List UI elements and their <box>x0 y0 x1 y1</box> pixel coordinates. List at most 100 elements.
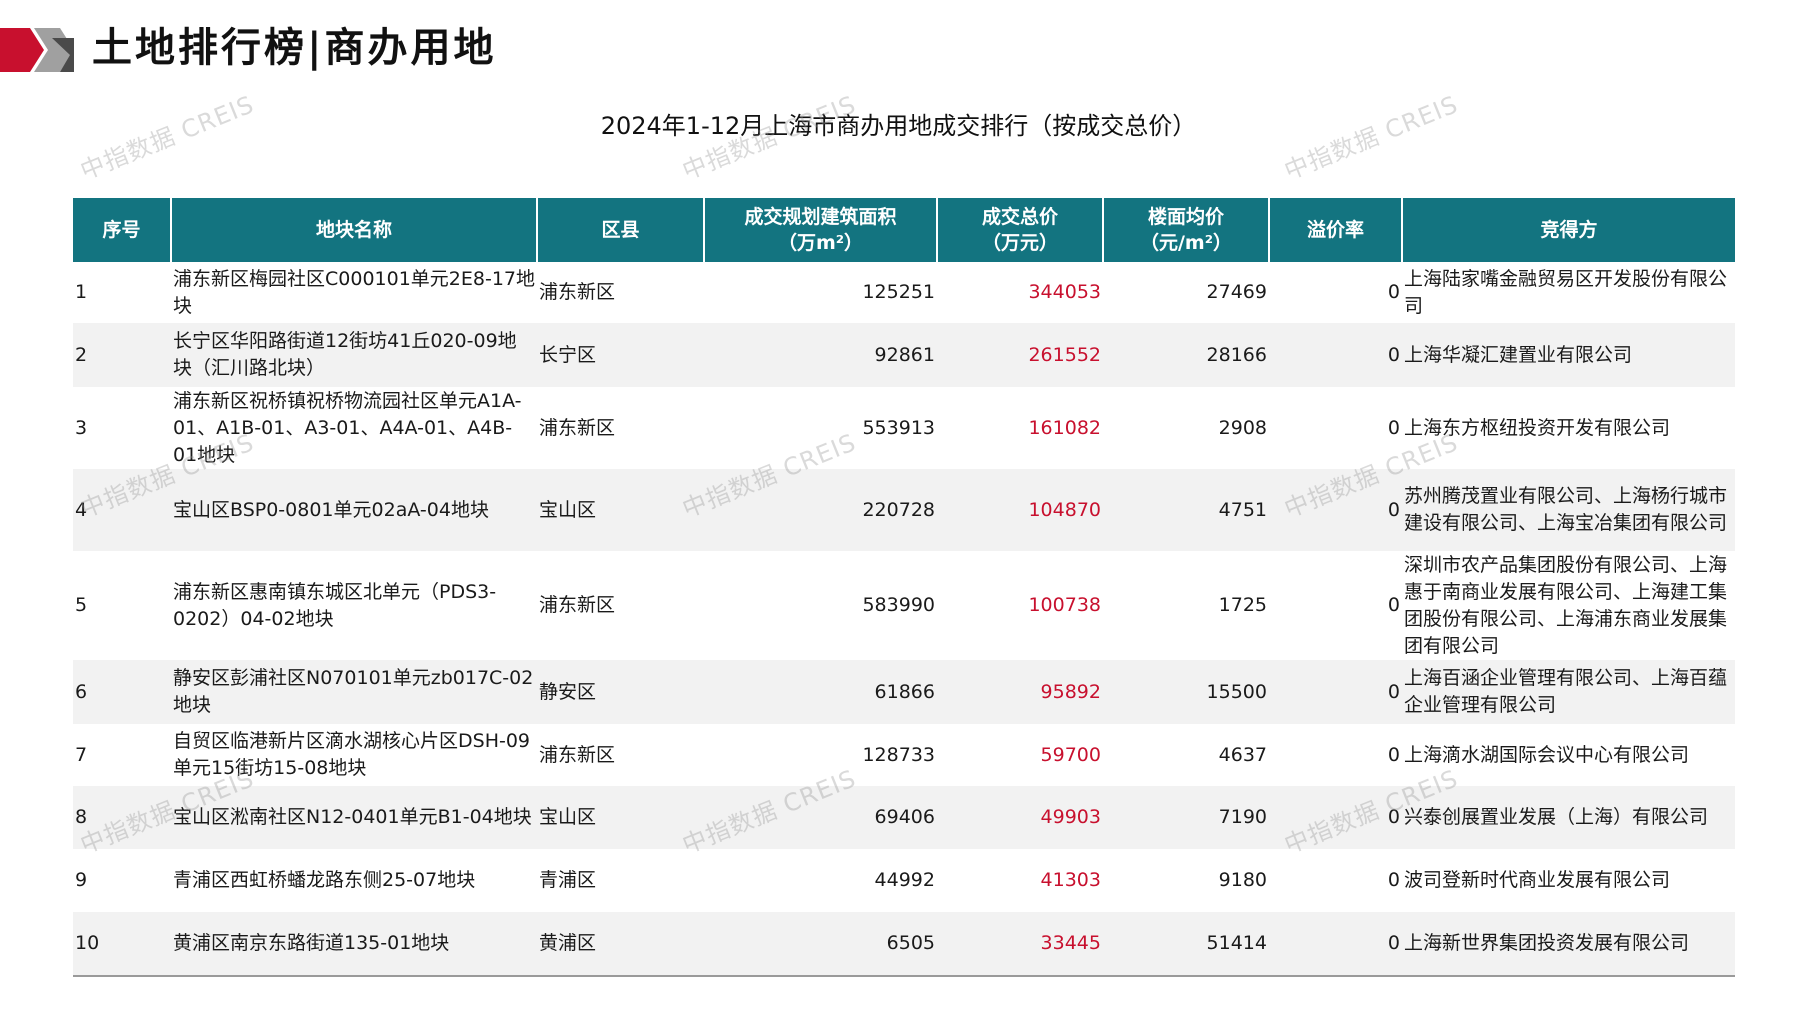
cell-area: 44992 <box>874 869 935 891</box>
cell-area: 220728 <box>704 469 937 551</box>
cell-total-price: 59700 <box>1040 743 1101 766</box>
cell-winner: 苏州腾茂置业有限公司、上海杨行城市建设有限公司、上海宝冶集团有限公司 <box>1402 469 1735 551</box>
cell-total-price: 344053 <box>1028 281 1101 303</box>
cell-winner: 上海百涵企业管理有限公司、上海百蕴企业管理有限公司 <box>1402 660 1735 724</box>
cell-total-price: 41303 <box>1040 869 1101 891</box>
cell-area: 128733 <box>862 743 935 766</box>
cell-winner: 上海新世界集团投资发展有限公司 <box>1402 912 1735 977</box>
cell-parcel-name: 长宁区华阳路街道12街坊41丘020-09地块（汇川路北块） <box>171 323 537 387</box>
cell-parcel-name: 静安区彭浦社区N070101单元zb017C-02地块 <box>171 660 537 724</box>
cell-total-price: 95892 <box>937 660 1103 724</box>
cell-winner: 上海华凝汇建置业有限公司 <box>1402 323 1735 387</box>
col-header-district: 区县 <box>536 198 704 262</box>
cell-premium-rate: 0 <box>1269 323 1402 387</box>
table-row: 8 宝山区淞南社区N12-0401单元B1-04地块 宝山区 69406 499… <box>73 786 1735 849</box>
table-row: 5 浦东新区惠南镇东城区北单元（PDS3-0202）04-02地块 浦东新区 5… <box>73 551 1735 660</box>
cell-area: 61866 <box>704 660 937 724</box>
table-row: 10 黄浦区南京东路街道135-01地块 黄浦区 6505 33445 5141… <box>73 912 1735 977</box>
cell-unit-price: 15500 <box>1103 660 1269 724</box>
cell-index: 1 <box>75 281 88 303</box>
cell-premium-rate: 0 <box>1269 660 1402 724</box>
cell-district: 浦东新区 <box>539 743 616 766</box>
table-row: 4 宝山区BSP0-0801单元02aA-04地块 宝山区 220728 104… <box>73 469 1735 551</box>
cell-unit-price: 9180 <box>1218 869 1267 891</box>
table-row: 3 浦东新区祝桥镇祝桥物流园社区单元A1A-01、A1B-01、A3-01、A4… <box>73 387 1735 469</box>
table-row: 9 青浦区西虹桥蟠龙路东侧25-07地块 青浦区 44992 41303 918… <box>73 849 1735 912</box>
cell-index: 10 <box>73 912 171 977</box>
ranking-table: 序号 地块名称 区县 成交规划建筑面积 （万m²） 成交总价 （万元） 楼面均价… <box>73 198 1735 977</box>
cell-parcel-name: 青浦区西虹桥蟠龙路东侧25-07地块 <box>173 869 476 891</box>
table-row: 2 长宁区华阳路街道12街坊41丘020-09地块（汇川路北块） 长宁区 928… <box>73 323 1735 387</box>
cell-total-price: 49903 <box>937 786 1103 849</box>
cell-winner: 上海东方枢纽投资开发有限公司 <box>1404 416 1671 439</box>
cell-unit-price: 51414 <box>1103 912 1269 977</box>
cell-parcel-name: 浦东新区祝桥镇祝桥物流园社区单元A1A-01、A1B-01、A3-01、A4A-… <box>173 389 522 466</box>
cell-district: 青浦区 <box>539 869 597 891</box>
cell-district: 宝山区 <box>537 469 704 551</box>
cell-premium-rate: 0 <box>1269 469 1402 551</box>
cell-index: 6 <box>73 660 171 724</box>
cell-area: 6505 <box>704 912 937 977</box>
cell-total-price: 261552 <box>937 323 1103 387</box>
cell-parcel-name: 自贸区临港新片区滴水湖核心片区DSH-09单元15街坊15-08地块 <box>173 730 531 779</box>
cell-district: 浦东新区 <box>539 416 616 439</box>
col-header-unit-price: 楼面均价 （元/m²） <box>1102 198 1269 262</box>
col-header-area: 成交规划建筑面积 （万m²） <box>703 198 937 262</box>
cell-area: 583990 <box>862 594 935 616</box>
cell-area: 125251 <box>862 281 935 303</box>
cell-district: 浦东新区 <box>539 281 616 303</box>
cell-index: 8 <box>73 786 171 849</box>
cell-area: 553913 <box>862 416 935 439</box>
cell-total-price: 161082 <box>1028 416 1101 439</box>
cell-winner: 上海滴水湖国际会议中心有限公司 <box>1404 743 1690 766</box>
cell-parcel-name: 浦东新区惠南镇东城区北单元（PDS3-0202）04-02地块 <box>173 580 497 630</box>
cell-winner: 深圳市农产品集团股份有限公司、上海惠于南商业发展有限公司、上海建工集团股份有限公… <box>1404 553 1728 657</box>
col-header-winner: 竞得方 <box>1401 198 1735 262</box>
cell-total-price: 100738 <box>1028 594 1101 616</box>
cell-unit-price: 1725 <box>1218 594 1267 616</box>
cell-index: 4 <box>73 469 171 551</box>
cell-index: 5 <box>75 594 88 616</box>
page-title: 土地排行榜|商办用地 <box>92 24 497 71</box>
cell-index: 9 <box>75 869 88 891</box>
table-row: 7 自贸区临港新片区滴水湖核心片区DSH-09单元15街坊15-08地块 浦东新… <box>73 724 1735 786</box>
cell-total-price: 104870 <box>937 469 1103 551</box>
cell-district: 宝山区 <box>537 786 704 849</box>
col-header-parcel-name: 地块名称 <box>170 198 537 262</box>
table-row: 1 浦东新区梅园社区C000101单元2E8-17地块 浦东新区 125251 … <box>73 262 1735 323</box>
cell-district: 黄浦区 <box>537 912 704 977</box>
cell-unit-price: 28166 <box>1103 323 1269 387</box>
logo-mark <box>0 28 74 72</box>
cell-unit-price: 27469 <box>1206 281 1267 303</box>
cell-winner: 上海陆家嘴金融贸易区开发股份有限公司 <box>1404 267 1728 317</box>
cell-index: 3 <box>75 416 88 439</box>
cell-premium-rate: 0 <box>1387 594 1400 616</box>
cell-area: 69406 <box>704 786 937 849</box>
cell-parcel-name: 宝山区淞南社区N12-0401单元B1-04地块 <box>171 786 537 849</box>
cell-index: 7 <box>75 743 88 766</box>
cell-unit-price: 4637 <box>1218 743 1267 766</box>
cell-winner: 兴泰创展置业发展（上海）有限公司 <box>1402 786 1735 849</box>
cell-unit-price: 2908 <box>1218 416 1267 439</box>
table-row: 6 静安区彭浦社区N070101单元zb017C-02地块 静安区 61866 … <box>73 660 1735 724</box>
cell-parcel-name: 宝山区BSP0-0801单元02aA-04地块 <box>171 469 537 551</box>
cell-district: 浦东新区 <box>539 594 616 616</box>
cell-winner: 波司登新时代商业发展有限公司 <box>1404 869 1671 891</box>
cell-premium-rate: 0 <box>1387 869 1400 891</box>
cell-premium-rate: 0 <box>1387 281 1400 303</box>
cell-parcel-name: 黄浦区南京东路街道135-01地块 <box>171 912 537 977</box>
col-header-premium-rate: 溢价率 <box>1268 198 1402 262</box>
cell-total-price: 33445 <box>937 912 1103 977</box>
cell-premium-rate: 0 <box>1269 912 1402 977</box>
cell-index: 2 <box>73 323 171 387</box>
col-header-index: 序号 <box>73 198 171 262</box>
cell-unit-price: 4751 <box>1103 469 1269 551</box>
cell-premium-rate: 0 <box>1387 416 1400 439</box>
cell-area: 92861 <box>704 323 937 387</box>
table-header-row: 序号 地块名称 区县 成交规划建筑面积 （万m²） 成交总价 （万元） 楼面均价… <box>73 198 1735 262</box>
cell-premium-rate: 0 <box>1269 786 1402 849</box>
col-header-total-price: 成交总价 （万元） <box>936 198 1103 262</box>
cell-premium-rate: 0 <box>1387 743 1400 766</box>
cell-unit-price: 7190 <box>1103 786 1269 849</box>
cell-district: 静安区 <box>537 660 704 724</box>
